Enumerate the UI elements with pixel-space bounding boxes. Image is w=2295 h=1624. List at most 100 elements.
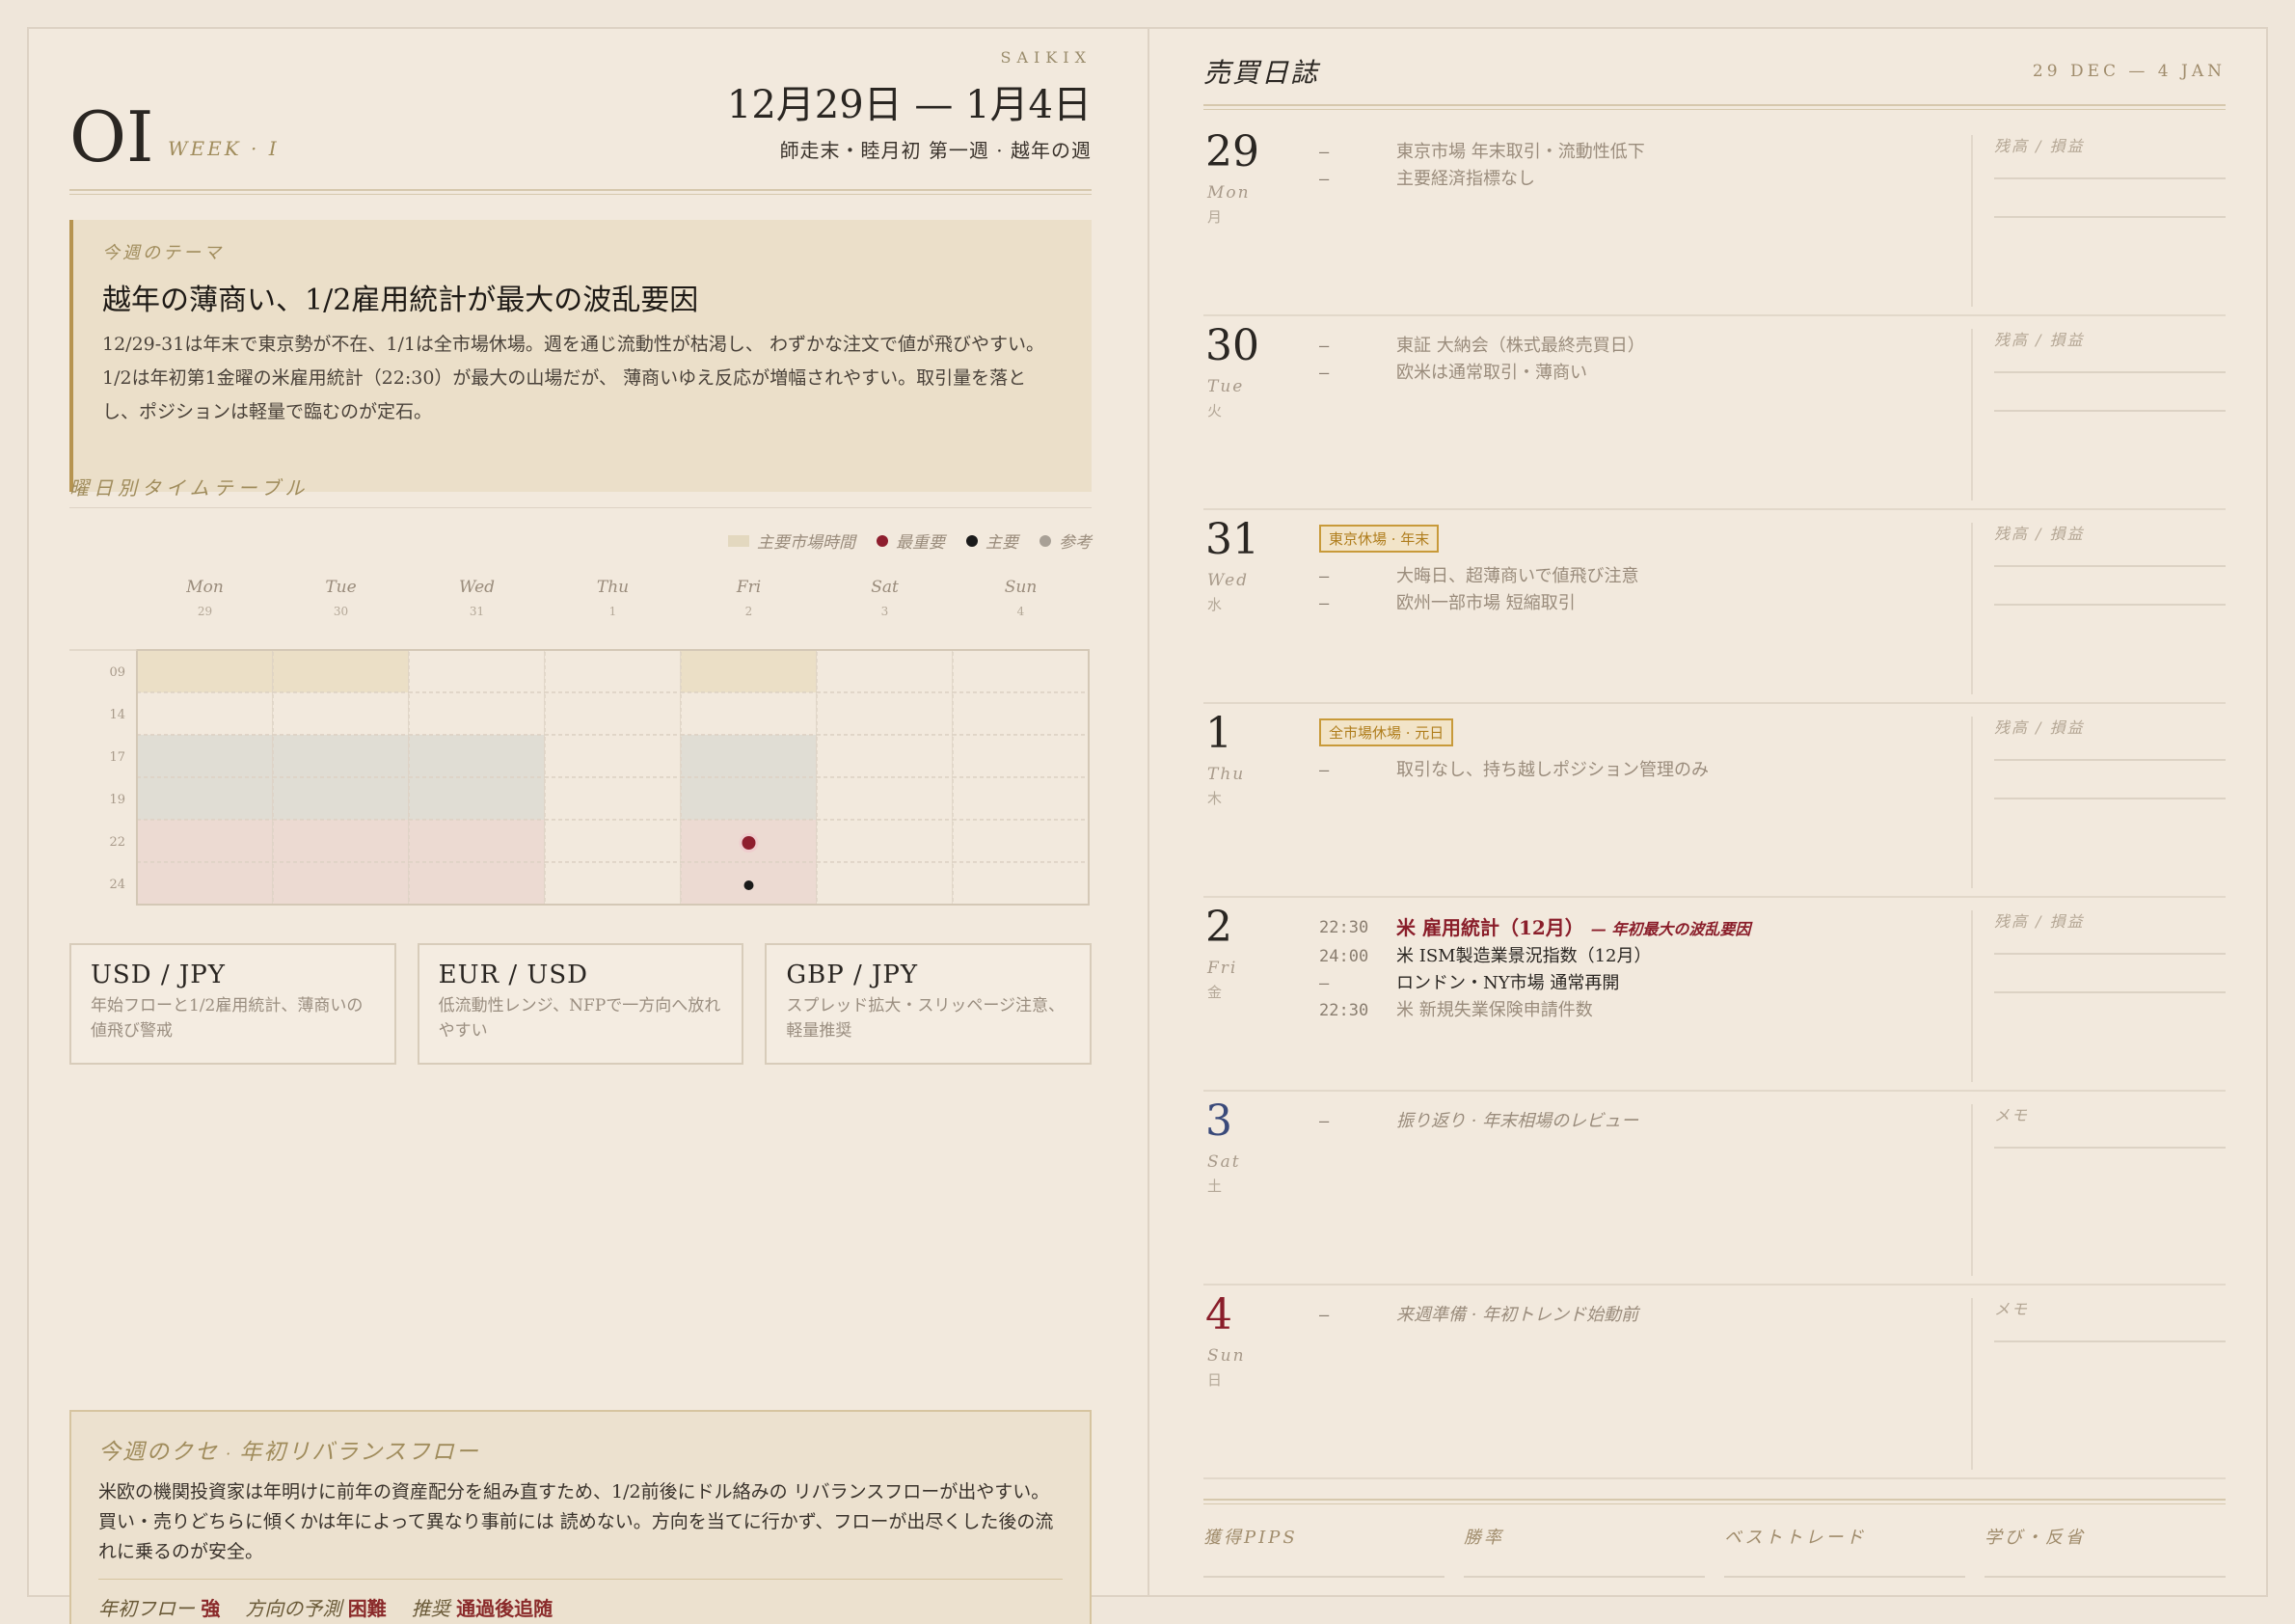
- habit-rule: [98, 1579, 1063, 1580]
- journal-day-tue: 30 Tue 火 — 東証 大納会（株式最終売買日） — 欧米は通常取引・薄商い 残高 / 損…: [1203, 317, 2226, 510]
- entry-time: —: [1319, 143, 1330, 162]
- timetable-cell: [272, 819, 410, 863]
- memo-input-line[interactable]: [1994, 1340, 2226, 1342]
- journal-day-sun: 4 Sun 日 — 来週準備 · 年初トレンド始動前 メモ: [1203, 1286, 2226, 1479]
- timetable-cell: [952, 776, 1090, 821]
- habit-body: 米欧の機関投資家は年明けに前年の資産配分を組み直すため、1/2前後にドル絡みの …: [98, 1481, 1054, 1562]
- memo-input-line[interactable]: [1994, 565, 2226, 567]
- entry-subtext: — 年初最大の波乱要因: [1590, 920, 1751, 938]
- timetable-cell: [816, 734, 954, 778]
- day-header-date: 29: [198, 605, 212, 618]
- memo-input-line[interactable]: [1994, 1147, 2226, 1149]
- memo-input-line[interactable]: [1994, 991, 2226, 993]
- memo-input-line[interactable]: [1994, 604, 2226, 606]
- theme-body: 12/29-31は年末で東京勢が不在、1/1は全市場休場。週を通じ流動性が枯渇し…: [102, 334, 1044, 422]
- pair-name: EUR / USD: [438, 961, 588, 989]
- legend-gray-dot-icon: [1040, 534, 1051, 547]
- entry-time: —: [1319, 364, 1330, 383]
- day-number: 29: [1205, 127, 1259, 176]
- entry-text: 東京市場 年末取引・流動性低下: [1396, 142, 1645, 162]
- timetable-cell: [136, 861, 274, 906]
- entry-text: 取引なし、持ち越しポジション管理のみ: [1396, 760, 1709, 780]
- entry-time: —: [1319, 594, 1330, 613]
- event-marker-important: [743, 880, 754, 890]
- day-weekday-jp: 木: [1207, 790, 1223, 807]
- day-header-thu: Thu: [597, 578, 629, 597]
- day-weekday-jp: 火: [1207, 402, 1223, 420]
- timetable-cell: [544, 861, 682, 906]
- legend-main-hours-swatch: [728, 534, 749, 547]
- entry-text: 来週準備 · 年初トレンド始動前: [1396, 1305, 1639, 1325]
- entry-time: 22:30: [1319, 918, 1369, 937]
- journal-entry: — 大晦日、超薄商いで値飛び注意: [1319, 563, 1956, 590]
- entry-time: —: [1319, 1306, 1330, 1325]
- memo-input-line[interactable]: [1994, 798, 2226, 799]
- timetable-cell: [408, 819, 546, 863]
- pair-desc: 低流動性レンジ、NFPで一方向へ放れやすい: [438, 996, 721, 1041]
- timetable-cell: [272, 649, 410, 693]
- footer-label: 獲得PIPS: [1203, 1528, 1298, 1548]
- day-header-date: 31: [470, 605, 484, 618]
- pair-name: USD / JPY: [91, 961, 226, 989]
- timetable-cell: [544, 649, 682, 693]
- entry-text: 欧州一部市場 短縮取引: [1396, 593, 1576, 613]
- habit-tag: 年初フロー 強: [98, 1597, 221, 1620]
- habit-tag: 推奨 通過後追随: [411, 1597, 554, 1620]
- memo-input-line[interactable]: [1994, 216, 2226, 218]
- memo-input-line[interactable]: [1994, 410, 2226, 412]
- day-weekday-jp: 月: [1207, 208, 1223, 226]
- footer-lessons: 学び・反省: [1984, 1524, 2226, 1578]
- memo-label: メモ: [1994, 1300, 2030, 1318]
- entry-time: —: [1319, 1112, 1330, 1131]
- legend-most-important: 最重要: [877, 528, 945, 553]
- habit-tag: 方向の予測 困難: [245, 1597, 387, 1620]
- timetable-cell: [408, 734, 546, 778]
- footer-input-line[interactable]: [1464, 1576, 1705, 1578]
- day-entries: — 東京市場 年末取引・流動性低下 — 主要経済指標なし: [1319, 139, 1956, 193]
- timetable-cell: [816, 861, 954, 906]
- day-header-tue: Tue: [325, 578, 356, 597]
- day-header-sat: Sat: [871, 578, 899, 597]
- day-header-date: 30: [334, 605, 348, 618]
- timetable-cell: [952, 649, 1090, 693]
- day-entries: — 大晦日、超薄商いで値飛び注意 — 欧州一部市場 短縮取引: [1319, 563, 1956, 617]
- journal-range: 29 DEC — 4 JAN: [2032, 62, 2226, 81]
- day-weekday-jp: 水: [1207, 596, 1223, 613]
- day-weekday-en: Mon: [1207, 183, 1251, 203]
- hour-label: 09: [109, 665, 125, 680]
- footer-input-line[interactable]: [1724, 1576, 1965, 1578]
- timetable-cell: [136, 819, 274, 863]
- journal-header-rule: [1203, 104, 2226, 110]
- memo-input-line[interactable]: [1994, 177, 2226, 179]
- day-weekday-en: Sat: [1207, 1152, 1241, 1172]
- legend-reference: 参考: [1040, 528, 1092, 553]
- day-column-divider: [1971, 523, 1973, 694]
- day-badge: 全市場休場 · 元日: [1319, 718, 1454, 746]
- journal-entry: — 東証 大納会（株式最終売買日）: [1319, 333, 1956, 360]
- page-spine: [1148, 27, 1149, 1597]
- day-entries: 22:30 米 雇用統計（12月） — 年初最大の波乱要因 24:00 米 ISM製造…: [1319, 914, 1956, 1024]
- timetable-rule: [69, 507, 1092, 508]
- theme-box: 今週のテーマ 越年の薄商い、1/2雇用統計が最大の波乱要因 12/29-31は年…: [69, 220, 1092, 492]
- week-number: OI: [69, 96, 154, 177]
- memo-input-line[interactable]: [1994, 953, 2226, 955]
- memo-input-line[interactable]: [1994, 371, 2226, 373]
- day-number: 2: [1205, 903, 1232, 952]
- hour-label: 24: [109, 878, 125, 892]
- footer-input-line[interactable]: [1984, 1576, 2226, 1578]
- pair-card-eurusd: EUR / USD 低流動性レンジ、NFPで一方向へ放れやすい: [417, 943, 744, 1065]
- journal-entry: — ロンドン・NY市場 通常再開: [1319, 970, 1956, 997]
- timetable-cell: [680, 691, 818, 736]
- footer-label: ベストトレード: [1724, 1528, 1867, 1548]
- entry-text: 米 雇用統計（12月） — 年初最大の波乱要因: [1396, 916, 1751, 939]
- footer-input-line[interactable]: [1203, 1576, 1444, 1578]
- memo-input-line[interactable]: [1994, 759, 2226, 761]
- footer-label: 勝率: [1464, 1528, 1504, 1548]
- day-header-fri: Fri: [736, 578, 761, 597]
- legend-important: 主要: [966, 528, 1018, 553]
- timetable-cell: [544, 734, 682, 778]
- day-column-divider: [1971, 135, 1973, 307]
- memo-label: 残高 / 損益: [1994, 331, 2085, 349]
- currency-pairs: USD / JPY 年始フローと1/2雇用統計、薄商いの値飛び警戒 EUR / …: [69, 943, 1093, 1065]
- theme-label: 今週のテーマ: [102, 243, 224, 263]
